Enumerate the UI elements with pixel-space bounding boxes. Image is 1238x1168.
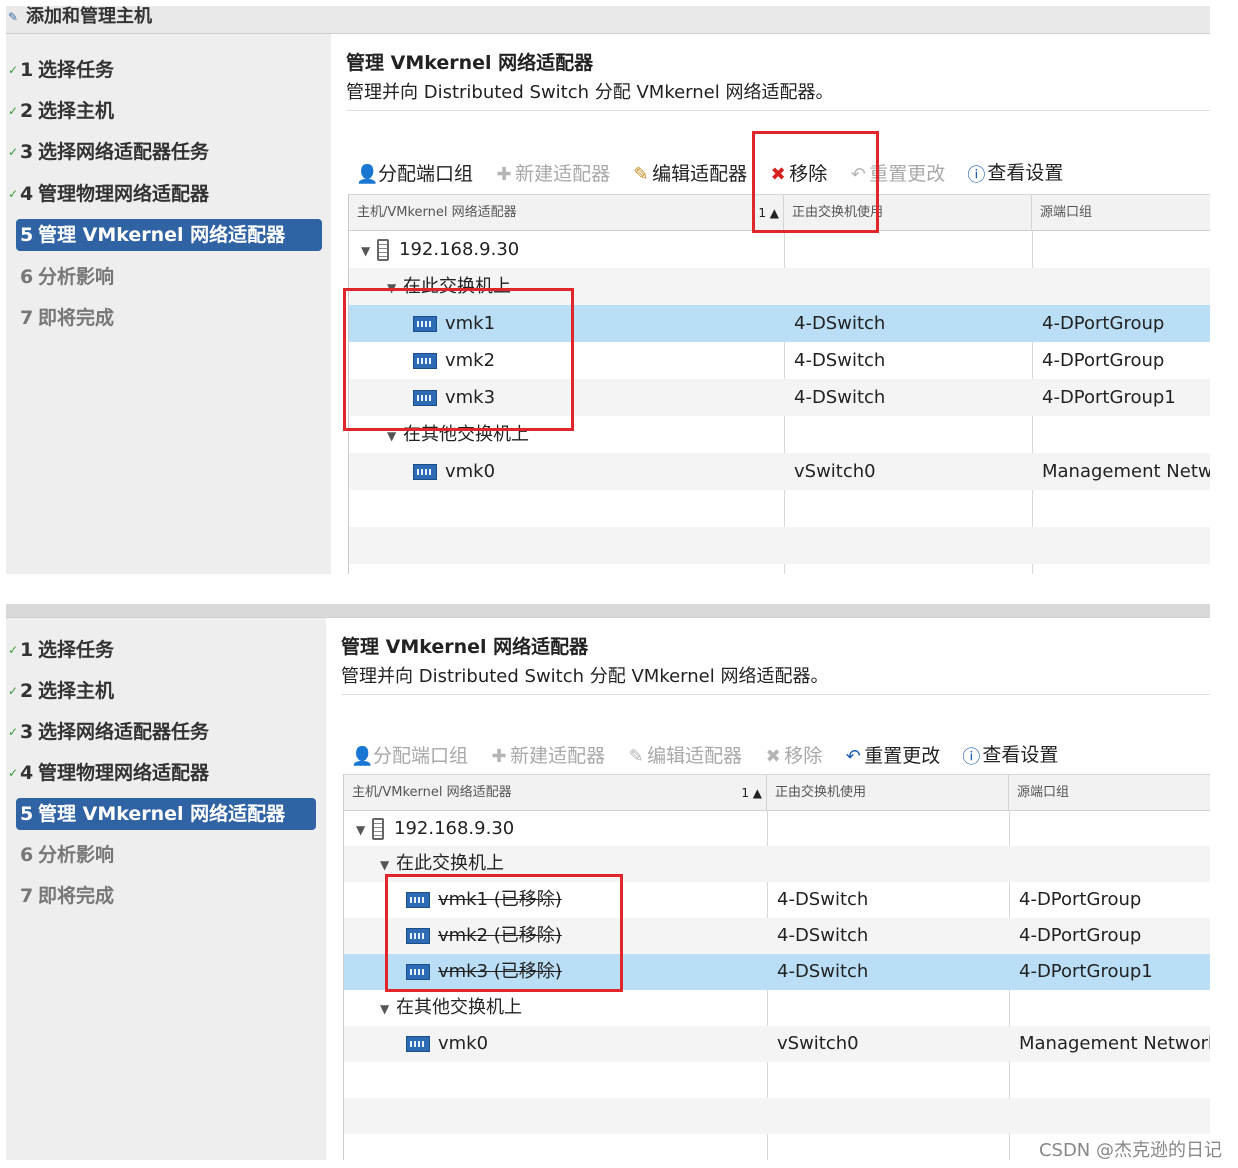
empty-row <box>349 490 1210 527</box>
empty-row <box>344 1098 1210 1134</box>
step-vmkernel-adapters[interactable]: 5 管理 VMkernel 网络适配器 <box>16 219 322 251</box>
step-adapter-tasks[interactable]: ✓ 3 选择网络适配器任务 <box>8 136 322 168</box>
step-ready-to-complete: 7 即将完成 <box>20 885 115 907</box>
network-adapter-icon <box>413 464 437 480</box>
plus-icon: ✚ <box>496 163 512 185</box>
done-check-icon: ✓ <box>8 643 19 657</box>
column-header-in-use-by[interactable]: 正由交换机使用 <box>767 775 1009 811</box>
done-check-icon: ✓ <box>8 187 19 201</box>
tree-row-group-other-switch[interactable]: ▼ 在其他交换机上 <box>344 990 1210 1026</box>
step-select-host[interactable]: ✓ 2 选择主机 <box>8 675 322 707</box>
done-check-icon: ✓ <box>8 104 19 118</box>
done-check-icon: ✓ <box>8 684 19 698</box>
info-icon: ⓘ <box>967 164 986 186</box>
wizard-steps-sidebar: ✓ 1 选择任务 ✓ 2 选择主机 ✓ 3 选择网络适配器任务 ✓ 4 管理物理网络适配器 5管… <box>6 618 326 1160</box>
sort-ascending-icon: 1 ▲ <box>741 786 762 800</box>
done-check-icon: ✓ <box>8 766 19 780</box>
window-titlebar <box>6 604 1210 618</box>
step-select-task[interactable]: ✓ 1 选择任务 <box>8 634 322 666</box>
wizard-icon: ✎ <box>8 10 19 24</box>
done-check-icon: ✓ <box>8 725 19 739</box>
network-adapter-icon <box>406 1036 430 1052</box>
table-row[interactable]: vmk0 vSwitch0 Management Network <box>344 1026 1210 1062</box>
tree-row-host[interactable]: ▼ 192.168.9.30 <box>344 811 1210 846</box>
page-description: 管理并向 Distributed Switch 分配 VMkernel 网络适配… <box>346 82 834 103</box>
window-titlebar: ✎ 添加和管理主机 <box>6 6 1210 34</box>
info-icon: ⓘ <box>962 746 981 768</box>
user-group-icon: 👤 <box>351 745 374 767</box>
watermark: CSDN @杰克逊的日记 <box>1038 1140 1222 1161</box>
grid-header: 主机/VMkernel 网络适配器 1 ▲ 正由交换机使用 源端口组 <box>344 774 1210 811</box>
wizard-steps-sidebar: ✓ 1 选择任务 ✓ 2 选择主机 ✓ 3 选择网络适配器任务 ✓ 4 管理物理网络适配器 5管… <box>6 34 331 574</box>
reset-changes-button[interactable]: ↶ 重置更改 <box>842 741 941 768</box>
step-adapter-tasks[interactable]: ✓ 3 选择网络适配器任务 <box>8 716 322 748</box>
highlight-box-remove <box>752 131 879 233</box>
undo-icon: ↶ <box>845 745 861 767</box>
new-adapter-button[interactable]: ✚ 新建适配器 <box>493 159 611 186</box>
wizard-screenshot-after: ✓ 1 选择任务 ✓ 2 选择主机 ✓ 3 选择网络适配器任务 ✓ 4 管理物理网络适配器 5管… <box>6 604 1210 1160</box>
step-analyze-impact: 6 分析影响 <box>20 266 115 288</box>
divider <box>346 110 1210 111</box>
wizard-screenshot-before: ✎ 添加和管理主机 ✓ 1 选择任务 ✓ 2 选择主机 ✓ 3 选择网络适配器任务 ✓ 4 管理… <box>6 6 1210 574</box>
done-check-icon: ✓ <box>8 63 19 77</box>
collapse-arrow-icon[interactable]: ▼ <box>361 233 377 270</box>
empty-row <box>344 1062 1210 1098</box>
collapse-arrow-icon[interactable]: ▼ <box>380 991 396 1027</box>
collapse-arrow-icon[interactable]: ▼ <box>356 813 372 848</box>
empty-row <box>349 527 1210 564</box>
window-title: 添加和管理主机 <box>26 6 152 27</box>
page-title: 管理 VMkernel 网络适配器 <box>341 636 589 658</box>
page-title: 管理 VMkernel 网络适配器 <box>346 52 594 74</box>
step-analyze-impact: 6 分析影响 <box>20 844 115 866</box>
step-physical-adapters[interactable]: ✓ 4 管理物理网络适配器 <box>8 757 322 789</box>
table-row[interactable]: vmk0 vSwitch0 Management Netwo <box>349 453 1210 490</box>
step-select-task[interactable]: ✓ 1 选择任务 <box>8 54 322 86</box>
view-settings-button[interactable]: ⓘ 查看设置 <box>965 158 1063 187</box>
edit-adapter-button[interactable]: ✎ 编辑适配器 <box>630 159 748 186</box>
assign-port-group-button[interactable]: 👤分配端口组 <box>356 159 473 186</box>
new-adapter-button[interactable]: ✚ 新建适配器 <box>488 741 606 768</box>
remove-button[interactable]: ✖ 移除 <box>762 741 823 768</box>
edit-adapter-button[interactable]: ✎ 编辑适配器 <box>625 741 743 768</box>
column-header-source-port-group[interactable]: 源端口组 <box>1009 775 1210 811</box>
page-description: 管理并向 Distributed Switch 分配 VMkernel 网络适配… <box>341 666 829 687</box>
column-header-adapter[interactable]: 主机/VMkernel 网络适配器 1 ▲ <box>344 775 767 811</box>
highlight-box-removed-adapters <box>385 874 623 992</box>
divider <box>341 694 1210 695</box>
step-ready-to-complete: 7 即将完成 <box>20 307 115 329</box>
step-physical-adapters[interactable]: ✓ 4 管理物理网络适配器 <box>8 178 322 210</box>
step-select-host[interactable]: ✓ 2 选择主机 <box>8 95 322 127</box>
user-group-icon: 👤 <box>356 163 379 185</box>
step-vmkernel-adapters[interactable]: 5 管理 VMkernel 网络适配器 <box>16 798 316 830</box>
pencil-icon: ✎ <box>633 163 649 185</box>
plus-icon: ✚ <box>491 745 507 767</box>
host-server-icon <box>372 818 384 840</box>
highlight-box-adapters <box>343 288 574 431</box>
close-x-icon: ✖ <box>765 745 781 767</box>
host-server-icon <box>377 239 389 261</box>
assign-port-group-button[interactable]: 👤分配端口组 <box>351 741 468 768</box>
view-settings-button[interactable]: ⓘ 查看设置 <box>960 740 1058 769</box>
adapter-toolbar: 👤分配端口组 ✚ 新建适配器 ✎ 编辑适配器 ✖ 移除 ↶ 重置更改 ⓘ 查看设置 <box>351 740 1072 770</box>
column-header-adapter[interactable]: 主机/VMkernel 网络适配器 1 ▲ <box>349 195 784 231</box>
adapter-toolbar: 👤分配端口组 ✚ 新建适配器 ✎ 编辑适配器 ✖ 移除 ↶ 重置更改 ⓘ 查看设置 <box>356 158 1077 188</box>
column-header-source-port-group[interactable]: 源端口组 <box>1032 195 1210 231</box>
tree-row-host[interactable]: ▼ 192.168.9.30 <box>349 231 1210 268</box>
pencil-icon: ✎ <box>628 745 644 767</box>
done-check-icon: ✓ <box>8 145 19 159</box>
